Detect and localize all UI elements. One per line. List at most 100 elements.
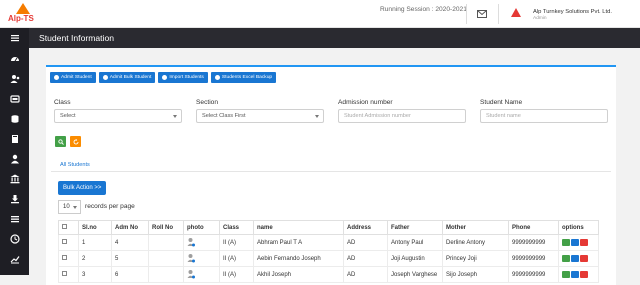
bulk-action-button[interactable]: Bulk Action >> bbox=[58, 181, 107, 195]
roll-no-cell bbox=[148, 250, 184, 267]
sidebar-item-reports[interactable] bbox=[0, 209, 29, 229]
mail-button[interactable] bbox=[475, 8, 489, 20]
sidebar-item-attendance[interactable] bbox=[0, 229, 29, 249]
search-button[interactable] bbox=[55, 136, 66, 147]
delete-icon[interactable] bbox=[580, 270, 588, 278]
admit-bulk-label: Admit Bulk Student bbox=[109, 75, 152, 80]
edit-icon[interactable] bbox=[571, 238, 579, 246]
admit-student-button[interactable]: Admit Student bbox=[50, 72, 96, 83]
brand-logo[interactable]: Alp-TS bbox=[4, 2, 38, 26]
company-logo-icon bbox=[511, 8, 521, 17]
class-select-value: Select bbox=[60, 113, 76, 119]
mother-cell: Derline Antony bbox=[442, 234, 509, 251]
view-icon[interactable] bbox=[562, 254, 570, 262]
column-header[interactable]: Adm No bbox=[111, 220, 149, 235]
column-header: options bbox=[558, 220, 599, 235]
company-name[interactable]: Alp Turnkey Solutions Pvt. Ltd. bbox=[533, 9, 612, 15]
select-all-checkbox[interactable] bbox=[62, 224, 67, 229]
student-name-label: Student Name bbox=[480, 99, 523, 106]
student-name-placeholder: Student name bbox=[486, 113, 521, 119]
avatar-placeholder-icon bbox=[187, 237, 195, 246]
excel-backup-button[interactable]: Students Excel Backup bbox=[210, 72, 277, 83]
column-header[interactable]: Phone bbox=[508, 220, 559, 235]
logo-mark bbox=[16, 3, 30, 14]
phone-cell: 9999999999 bbox=[508, 250, 559, 267]
admission-number-label: Admission number bbox=[338, 99, 393, 106]
download-icon bbox=[10, 195, 19, 204]
column-header[interactable]: Mother bbox=[442, 220, 509, 235]
sidebar-item-profile[interactable] bbox=[0, 149, 29, 169]
divider bbox=[498, 4, 499, 24]
divider bbox=[466, 4, 467, 24]
chevron-down-icon bbox=[315, 115, 319, 118]
excel-backup-label: Students Excel Backup bbox=[221, 75, 273, 80]
edit-icon[interactable] bbox=[571, 254, 579, 262]
records-per-page-label: records per page bbox=[85, 203, 135, 210]
column-header[interactable]: Father bbox=[387, 220, 443, 235]
sl-no-cell: 2 bbox=[78, 250, 112, 267]
row-select-cell bbox=[58, 234, 79, 251]
sidebar-item-students[interactable] bbox=[0, 89, 29, 109]
section-select[interactable]: Select Class First bbox=[196, 109, 324, 123]
column-header[interactable]: photo bbox=[183, 220, 220, 235]
user-icon bbox=[10, 154, 19, 164]
records-per-page-select[interactable]: 10 bbox=[58, 200, 81, 214]
chevron-down-icon bbox=[173, 115, 177, 118]
column-header[interactable]: Roll No bbox=[148, 220, 184, 235]
list-icon bbox=[10, 216, 19, 223]
sidebar-item-analytics[interactable] bbox=[0, 249, 29, 269]
table-row: 1 4 II (A) Abhram Paul T A AD Antony Pau… bbox=[58, 234, 599, 251]
father-cell: Antony Paul bbox=[387, 234, 443, 251]
row-checkbox[interactable] bbox=[62, 255, 67, 260]
table-row: 2 5 II (A) Aebin Fernando Joseph AD Joji… bbox=[58, 250, 599, 267]
sidebar-item-downloads[interactable] bbox=[0, 189, 29, 209]
import-students-label: Import Students bbox=[169, 75, 204, 80]
page-title-bar: Student Information bbox=[29, 28, 640, 48]
admission-number-placeholder: Student Admission number bbox=[344, 113, 411, 119]
mother-cell: Princey Joji bbox=[442, 250, 509, 267]
database-icon bbox=[11, 115, 18, 123]
class-cell: II (A) bbox=[219, 250, 254, 267]
admission-number-input[interactable]: Student Admission number bbox=[338, 109, 466, 123]
users-icon bbox=[10, 75, 19, 83]
page-title: Student Information bbox=[39, 33, 115, 43]
row-checkbox[interactable] bbox=[62, 239, 67, 244]
photo-cell bbox=[183, 250, 220, 267]
mail-icon bbox=[477, 10, 487, 18]
class-select[interactable]: Select bbox=[54, 109, 182, 123]
sidebar-item-dashboard[interactable] bbox=[0, 49, 29, 69]
view-icon[interactable] bbox=[562, 238, 570, 246]
plus-circle-icon bbox=[102, 75, 108, 80]
sidebar-item-books[interactable] bbox=[0, 129, 29, 149]
delete-icon[interactable] bbox=[580, 254, 588, 262]
view-icon[interactable] bbox=[562, 270, 570, 278]
import-students-button[interactable]: Import Students bbox=[158, 72, 208, 83]
options-cell bbox=[558, 234, 599, 251]
chart-icon bbox=[10, 256, 19, 264]
column-header[interactable]: Class bbox=[219, 220, 254, 235]
tab-all-students[interactable]: All Students bbox=[60, 162, 90, 168]
roll-no-cell bbox=[148, 234, 184, 251]
edit-icon[interactable] bbox=[571, 270, 579, 278]
sidebar-item-finance[interactable] bbox=[0, 169, 29, 189]
refresh-icon bbox=[73, 138, 78, 144]
student-name-input[interactable]: Student name bbox=[480, 109, 608, 123]
column-header[interactable]: name bbox=[253, 220, 344, 235]
options-cell bbox=[558, 250, 599, 267]
adm-no-cell: 4 bbox=[111, 234, 149, 251]
delete-icon[interactable] bbox=[580, 238, 588, 246]
admit-bulk-student-button[interactable]: Admit Bulk Student bbox=[98, 72, 156, 83]
sidebar-item-database[interactable] bbox=[0, 109, 29, 129]
column-header[interactable]: Sl.no bbox=[78, 220, 112, 235]
search-icon bbox=[57, 138, 64, 145]
section-label: Section bbox=[196, 99, 218, 106]
sidebar-item-users[interactable] bbox=[0, 69, 29, 89]
column-header[interactable]: Address bbox=[343, 220, 388, 235]
reset-button[interactable] bbox=[70, 136, 81, 147]
logo-text: Alp-TS bbox=[8, 14, 34, 23]
session-label: Running Session : 2020-2021 bbox=[380, 6, 467, 13]
sidebar-menu-toggle[interactable] bbox=[0, 28, 29, 48]
father-cell: Joji Augustin bbox=[387, 250, 443, 267]
row-checkbox[interactable] bbox=[62, 271, 67, 276]
adm-no-cell: 5 bbox=[111, 250, 149, 267]
